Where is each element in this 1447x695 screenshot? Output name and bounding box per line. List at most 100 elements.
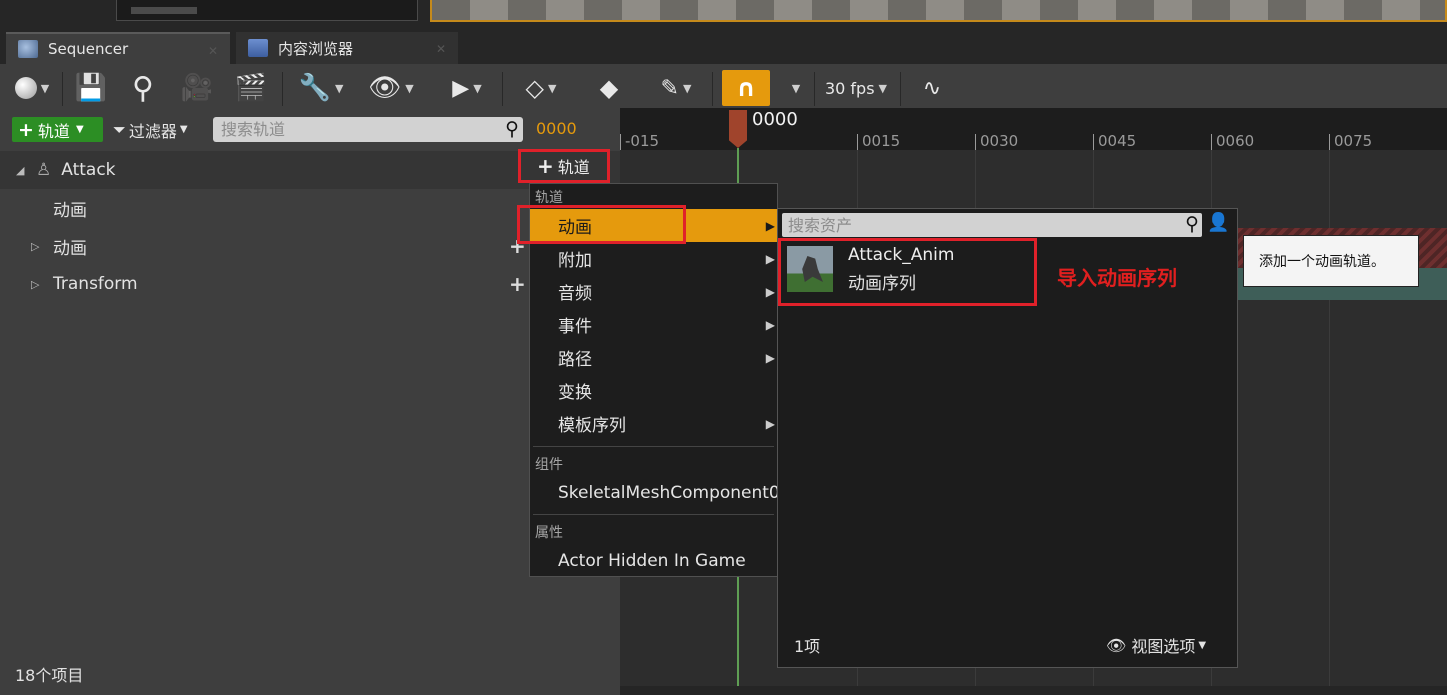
view-options-button[interactable]: 👁 视图选项 ▼ bbox=[1106, 633, 1206, 657]
play-button[interactable]: ▶ ▼ bbox=[442, 70, 492, 106]
menu-item-event[interactable]: 事件 ▶ bbox=[530, 308, 777, 341]
ruler-tick: 0060 bbox=[1211, 134, 1254, 150]
world-button[interactable]: ▼ bbox=[10, 70, 54, 106]
close-icon[interactable]: ✕ bbox=[436, 42, 446, 56]
clapper-icon: 🎬 bbox=[234, 73, 268, 103]
view-button[interactable]: 👁 ▼ bbox=[364, 70, 418, 106]
key-tag-button[interactable]: ◆ bbox=[590, 70, 628, 106]
chevron-down-icon: ▼ bbox=[548, 81, 557, 95]
viewport-preview[interactable] bbox=[430, 0, 1447, 22]
ruler-tick: 0015 bbox=[857, 134, 900, 150]
menu-item-path[interactable]: 路径 ▶ bbox=[530, 341, 777, 374]
menu-item-audio[interactable]: 音频 ▶ bbox=[530, 275, 777, 308]
collapse-triangle-icon[interactable]: ◢ bbox=[16, 164, 28, 177]
key-button[interactable]: ◇ ▼ bbox=[514, 70, 568, 106]
highlight-box-animation bbox=[517, 205, 686, 244]
item-count-status: 18个项目 bbox=[15, 666, 84, 685]
tab-content-browser[interactable]: 内容浏览器 ✕ bbox=[236, 32, 458, 64]
menu-item-label: SkeletalMeshComponent0 bbox=[558, 482, 780, 503]
submenu-arrow-icon: ▶ bbox=[765, 317, 775, 332]
settings-button[interactable]: 🔧 ▼ bbox=[294, 70, 348, 106]
actor-icon: ♙ bbox=[36, 160, 52, 180]
world-icon bbox=[14, 77, 37, 99]
ruler-tick: 0030 bbox=[975, 134, 1018, 150]
menu-item-attach[interactable]: 附加 ▶ bbox=[530, 242, 777, 275]
track-search-box: ⚲ bbox=[213, 117, 523, 142]
chevron-down-icon: ▼ bbox=[1198, 639, 1207, 651]
tab-sequencer[interactable]: Sequencer ✕ bbox=[6, 32, 230, 64]
user-filter-icon[interactable]: 👤 bbox=[1207, 212, 1231, 238]
asset-search-input[interactable] bbox=[782, 213, 1172, 237]
menu-divider bbox=[533, 446, 774, 447]
submenu-arrow-icon: ▶ bbox=[765, 251, 775, 266]
tooltip: 添加一个动画轨道。 bbox=[1243, 235, 1419, 287]
expand-triangle-icon[interactable]: ▷ bbox=[31, 240, 43, 253]
save-button[interactable]: 💾 bbox=[72, 70, 110, 106]
add-track-to-actor-button[interactable]: + 轨道 bbox=[518, 149, 610, 183]
track-search-input[interactable] bbox=[213, 117, 493, 142]
fps-dropdown[interactable]: 30 fps ▼ bbox=[820, 70, 892, 106]
wrench-icon: 🔧 bbox=[298, 73, 331, 103]
chevron-down-icon: ▼ bbox=[334, 81, 344, 95]
top-panel-strip bbox=[0, 0, 1447, 24]
outliner-item-label: 动画 bbox=[53, 238, 87, 259]
menu-item-label: Actor Hidden In Game bbox=[558, 550, 746, 571]
chevron-down-icon: ▼ bbox=[791, 81, 801, 95]
menu-item-label: 事件 bbox=[558, 317, 592, 337]
chevron-down-icon: ▼ bbox=[75, 124, 84, 135]
menu-item-label: 附加 bbox=[558, 251, 592, 271]
add-track-button[interactable]: + 轨道 ▼ bbox=[12, 117, 103, 142]
sequencer-toolbar: ▼ 💾 ⚲ 🎥 🎬 🔧 ▼ 👁 ▼ ▶ ▼ ◇ ▼ ◆ ✎ ▼ ∩ ▼ 30 fps ▼ ∿ bbox=[0, 64, 1447, 112]
save-icon: 💾 bbox=[74, 73, 108, 103]
curve-editor-button[interactable]: ∿ bbox=[912, 70, 952, 106]
playhead-time-label: 0000 bbox=[752, 109, 798, 130]
render-movie-button[interactable]: 🎬 bbox=[232, 70, 270, 106]
outliner-row-transform[interactable]: ▷ Transform + bbox=[0, 265, 620, 303]
add-key-icon[interactable]: + bbox=[509, 272, 526, 296]
ruler-tick: 0075 bbox=[1329, 134, 1372, 150]
close-icon[interactable]: ✕ bbox=[208, 44, 218, 58]
filter-button[interactable]: ⏷ 过滤器 ▼ bbox=[113, 117, 188, 142]
key-tag-icon: ◆ bbox=[599, 74, 619, 102]
menu-item-label: 变换 bbox=[558, 383, 592, 403]
add-track-to-actor-label: 轨道 bbox=[557, 158, 590, 177]
edit-button[interactable]: ✎ ▼ bbox=[650, 70, 702, 106]
timeline-scrollbar[interactable] bbox=[620, 686, 1447, 695]
ruler-tick: -015 bbox=[620, 134, 659, 150]
submenu-arrow-icon: ▶ bbox=[765, 218, 775, 233]
search-icon: ⚲ bbox=[132, 70, 154, 106]
filter-label: 过滤器 bbox=[128, 121, 177, 141]
eye-icon: 👁 bbox=[1106, 635, 1127, 655]
camera-button[interactable]: 🎥 bbox=[176, 70, 218, 106]
menu-item-component[interactable]: SkeletalMeshComponent0 bbox=[530, 476, 780, 509]
tab-label: 内容浏览器 bbox=[278, 39, 354, 58]
outliner-item-label: Attack bbox=[61, 160, 116, 180]
scrollbar[interactable] bbox=[131, 7, 197, 14]
menu-section-header: 组件 bbox=[535, 457, 563, 473]
outliner-item-label: 动画 bbox=[53, 200, 87, 221]
find-button[interactable]: ⚲ bbox=[124, 70, 162, 106]
tab-bar: Sequencer ✕ 内容浏览器 ✕ bbox=[0, 24, 1447, 64]
expand-triangle-icon[interactable]: ▷ bbox=[31, 278, 43, 291]
chevron-down-icon: ▼ bbox=[405, 81, 414, 95]
snap-toggle[interactable]: ∩ bbox=[722, 70, 770, 106]
menu-divider bbox=[533, 514, 774, 515]
tab-label: Sequencer bbox=[48, 40, 129, 58]
content-browser-icon bbox=[248, 39, 268, 57]
keyframe-icon: ◇ bbox=[525, 74, 544, 102]
menu-item-transform[interactable]: 变换 bbox=[530, 374, 777, 407]
view-options-label: 视图选项 bbox=[1131, 637, 1196, 656]
snap-options-dropdown[interactable]: ▼ bbox=[782, 70, 806, 106]
submenu-arrow-icon: ▶ bbox=[765, 416, 775, 431]
menu-section-header: 轨道 bbox=[535, 190, 563, 206]
menu-item-property[interactable]: Actor Hidden In Game bbox=[530, 544, 777, 577]
menu-item-template-sequence[interactable]: 模板序列 ▶ bbox=[530, 407, 777, 440]
current-time-readout[interactable]: 0000 bbox=[536, 119, 577, 138]
asset-count: 1项 bbox=[794, 637, 821, 656]
playhead-handle[interactable] bbox=[729, 110, 747, 148]
pencil-icon: ✎ bbox=[660, 75, 679, 101]
menu-item-label: 音频 bbox=[558, 284, 592, 304]
chevron-down-icon: ▼ bbox=[878, 81, 888, 95]
asset-list-item[interactable] bbox=[778, 238, 1037, 306]
menu-section-header: 属性 bbox=[535, 525, 563, 541]
